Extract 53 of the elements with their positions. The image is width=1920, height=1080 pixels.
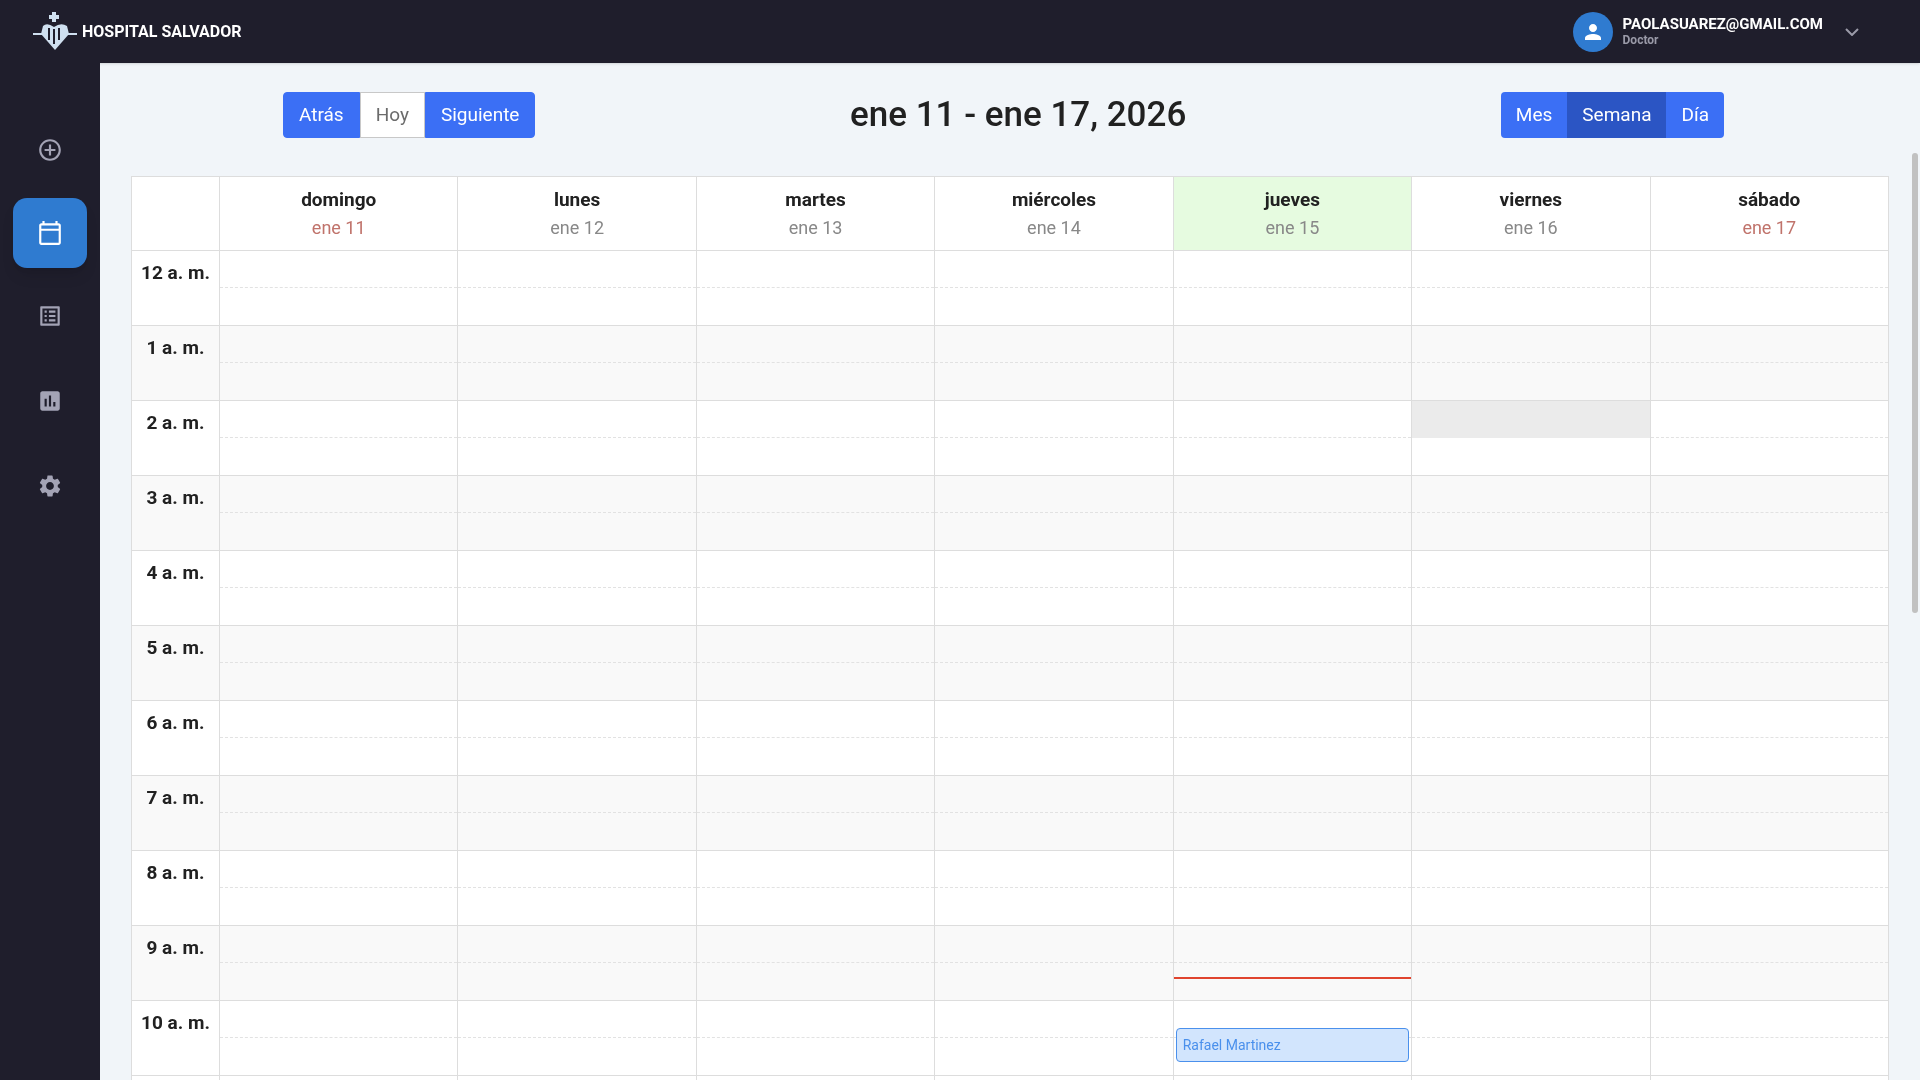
add-icon bbox=[37, 137, 63, 163]
day-name: lunes bbox=[553, 186, 601, 213]
hour-label: 12 a. m. bbox=[141, 260, 210, 286]
hour-label: 6 a. m. bbox=[146, 710, 205, 736]
day-header[interactable]: martes ene 13 bbox=[696, 177, 936, 250]
day-name: domingo bbox=[301, 186, 377, 213]
hour-label: 7 a. m. bbox=[146, 785, 205, 811]
day-header[interactable]: viernes ene 16 bbox=[1412, 177, 1651, 250]
hour-label: 8 a. m. bbox=[146, 860, 205, 886]
day-date: ene 11 bbox=[311, 216, 366, 241]
logo-icon bbox=[33, 11, 77, 52]
hour-label: 2 a. m. bbox=[146, 410, 205, 436]
sidebar-item[interactable] bbox=[13, 198, 87, 268]
user-menu-toggle[interactable] bbox=[1843, 25, 1861, 38]
date-range-title: ene 11 - ene 17, 2026 bbox=[849, 92, 1187, 137]
day-header[interactable]: domingo ene 11 bbox=[220, 177, 459, 250]
chart-icon bbox=[37, 388, 63, 414]
hour-label: 1 a. m. bbox=[146, 335, 205, 361]
view-tab[interactable]: Semana bbox=[1567, 92, 1667, 138]
hour-label: 5 a. m. bbox=[146, 635, 205, 661]
day-header[interactable]: jueves ene 15 bbox=[1173, 177, 1413, 250]
day-name: miércoles bbox=[1011, 186, 1097, 213]
scrollbar-thumb[interactable] bbox=[1912, 153, 1918, 613]
user-avatar[interactable] bbox=[1572, 11, 1613, 52]
day-name: martes bbox=[785, 186, 846, 213]
day-name: jueves bbox=[1264, 186, 1320, 213]
chevron-down-icon bbox=[1845, 27, 1859, 36]
day-date: ene 12 bbox=[550, 216, 604, 241]
day-date: ene 16 bbox=[1503, 216, 1558, 241]
day-name: viernes bbox=[1499, 186, 1563, 213]
hour-label: 3 a. m. bbox=[146, 485, 205, 511]
hour-label: 9 a. m. bbox=[146, 935, 205, 961]
day-header[interactable]: lunes ene 12 bbox=[458, 177, 697, 250]
hour-label: 4 a. m. bbox=[146, 560, 205, 586]
day-date: ene 14 bbox=[1027, 216, 1081, 241]
calendar-icon bbox=[37, 220, 63, 246]
user-email: PAOLASUAREZ@GMAIL.COM bbox=[1622, 14, 1823, 34]
settings-icon bbox=[37, 473, 63, 499]
nav-button[interactable]: Siguiente bbox=[424, 92, 536, 138]
view-tab[interactable]: Mes bbox=[1500, 92, 1568, 138]
brand-name: HOSPITAL SALVADOR bbox=[82, 20, 242, 43]
nav-button[interactable]: Atrás bbox=[283, 92, 360, 138]
view-tab[interactable]: Día bbox=[1666, 92, 1724, 138]
day-date: ene 17 bbox=[1742, 216, 1797, 241]
user-role: Doctor bbox=[1622, 33, 1660, 49]
day-header[interactable]: miércoles ene 14 bbox=[935, 177, 1174, 250]
day-date: ene 15 bbox=[1265, 216, 1320, 241]
day-date: ene 13 bbox=[788, 216, 843, 241]
list-icon bbox=[37, 303, 63, 329]
day-name: sábado bbox=[1738, 186, 1801, 213]
hour-label: 10 a. m. bbox=[141, 1010, 210, 1036]
day-header[interactable]: sábado ene 17 bbox=[1650, 177, 1888, 250]
nav-button[interactable]: Hoy bbox=[359, 92, 425, 138]
